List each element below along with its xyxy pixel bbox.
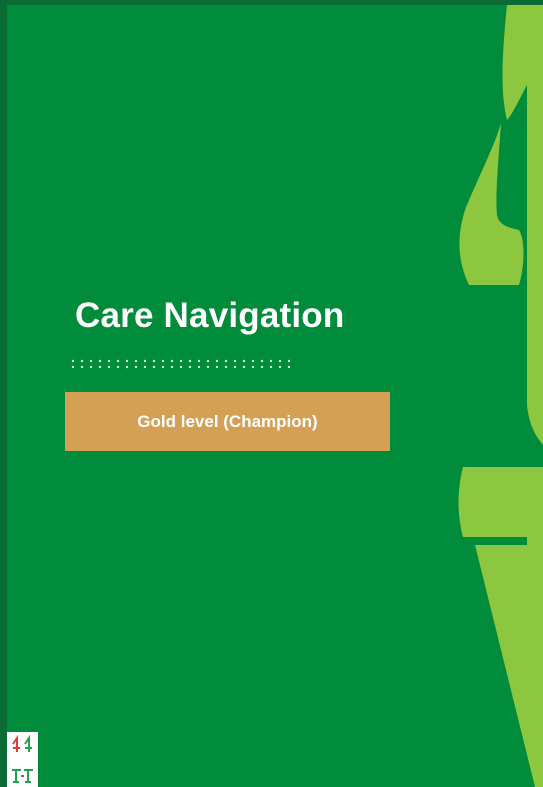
page-title: Care Navigation (75, 296, 345, 335)
cover-card: Care Navigation Gold level (Champion) (7, 5, 543, 787)
decoration-quote-lower (458, 467, 543, 787)
organisation-logo (7, 732, 38, 787)
decoration-comma (459, 123, 524, 285)
logo-icon (12, 734, 33, 783)
level-badge: Gold level (Champion) (65, 392, 390, 451)
dotted-divider (71, 359, 291, 369)
level-badge-label: Gold level (Champion) (137, 411, 318, 431)
decoration-swoosh-top (502, 5, 543, 445)
document-page: Care Navigation Gold level (Champion) (0, 0, 543, 787)
